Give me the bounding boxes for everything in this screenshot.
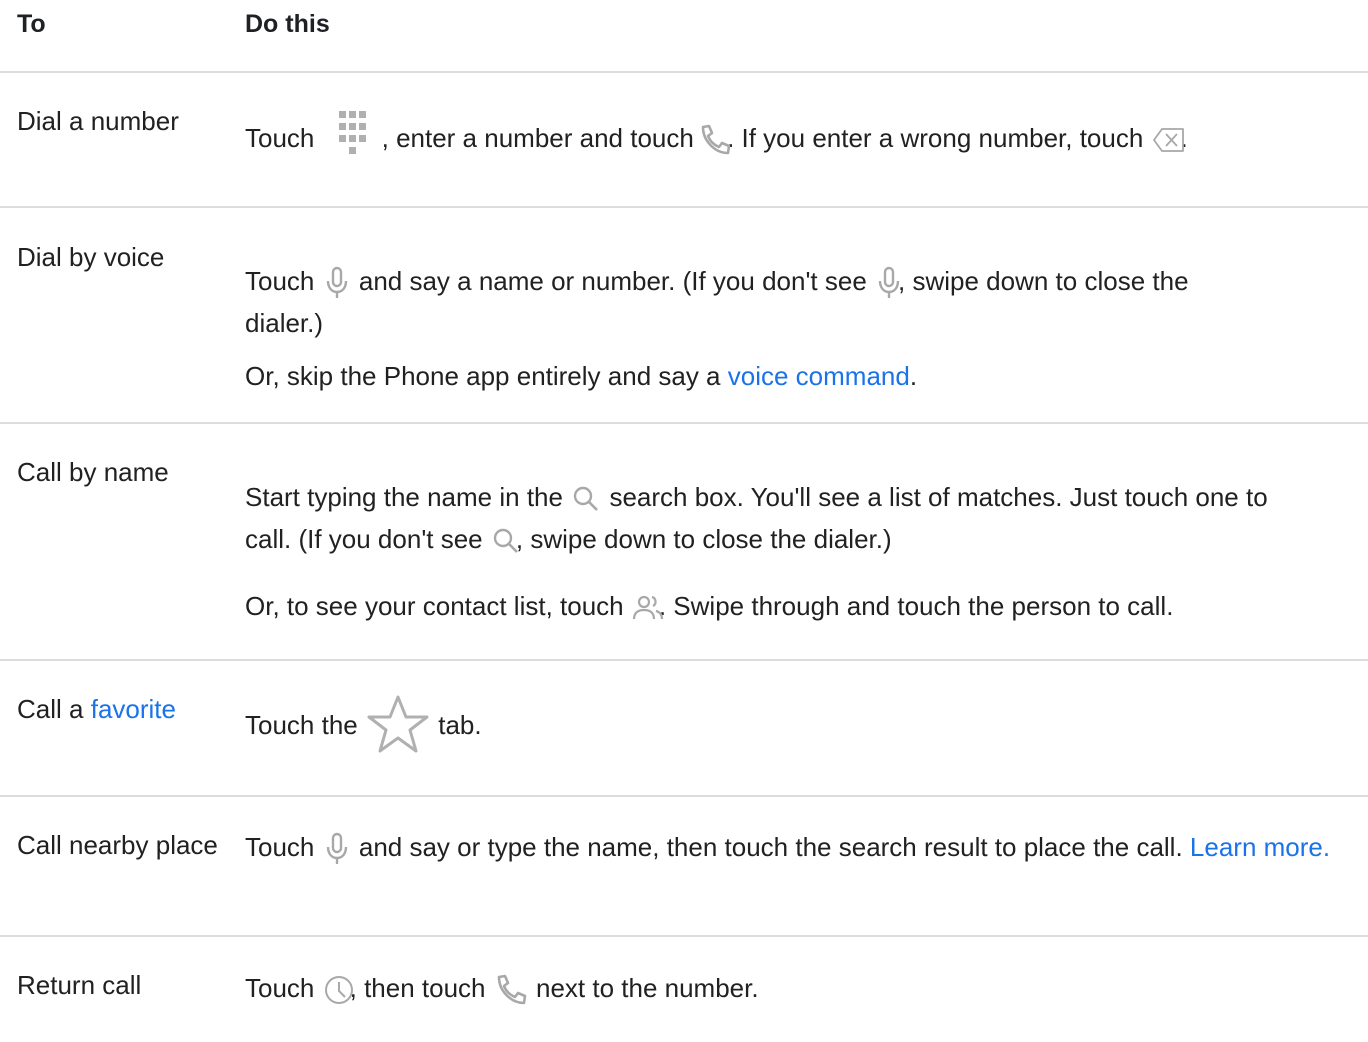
- row-divider: [0, 795, 1368, 797]
- microphone-icon: [874, 265, 904, 301]
- voice-command-link[interactable]: voice command: [728, 361, 910, 391]
- row-label-call-by-name: Call by name: [17, 457, 169, 487]
- search-icon: [570, 483, 602, 515]
- microphone-icon: [322, 831, 352, 867]
- column-header-do-this: Do this: [245, 10, 330, 38]
- star-icon: [365, 695, 431, 753]
- row-label-call-nearby-place: Call nearby place: [17, 830, 218, 860]
- contacts-icon: [631, 592, 665, 624]
- row-text-dial-by-voice: Touch and say a name or number. (If you …: [245, 265, 1189, 338]
- clock-icon: [322, 973, 356, 1007]
- row-divider: [0, 659, 1368, 661]
- row-text-dial-a-number: Touch , enter a number and touch . If yo…: [245, 111, 1363, 160]
- row-divider: [0, 206, 1368, 208]
- row-divider: [0, 422, 1368, 424]
- phone-icon: [493, 972, 529, 1008]
- microphone-icon: [322, 265, 352, 301]
- favorite-link[interactable]: favorite: [91, 694, 176, 724]
- row-text-call-a-favorite: Touch the tab.: [245, 695, 1363, 753]
- row-text-return-call: Touch , then touch next to the number.: [245, 967, 1363, 1009]
- row-text-dial-by-voice-alt: Or, skip the Phone app entirely and say …: [245, 361, 918, 391]
- row-label-return-call: Return call: [17, 970, 142, 1000]
- dialpad-icon: [322, 111, 382, 157]
- row-divider: [0, 935, 1368, 937]
- row-text-call-by-name: Start typing the name in the search box.…: [245, 476, 1363, 560]
- header-divider: [0, 71, 1368, 73]
- column-header-to: To: [17, 10, 46, 38]
- search-icon: [490, 525, 522, 557]
- row-text-call-nearby-place: Touch and say or type the name, then tou…: [245, 826, 1363, 868]
- row-label-dial-by-voice: Dial by voice: [17, 242, 165, 272]
- row-label-call-a-favorite: Call a favorite: [17, 694, 176, 724]
- phone-icon: [697, 122, 733, 158]
- row-label-dial-a-number: Dial a number: [17, 106, 179, 136]
- row-text-call-by-name-alt: Or, to see your contact list, touch . Sw…: [245, 585, 1363, 627]
- backspace-icon: [1151, 125, 1187, 155]
- learn-more-link[interactable]: Learn more.: [1190, 832, 1330, 862]
